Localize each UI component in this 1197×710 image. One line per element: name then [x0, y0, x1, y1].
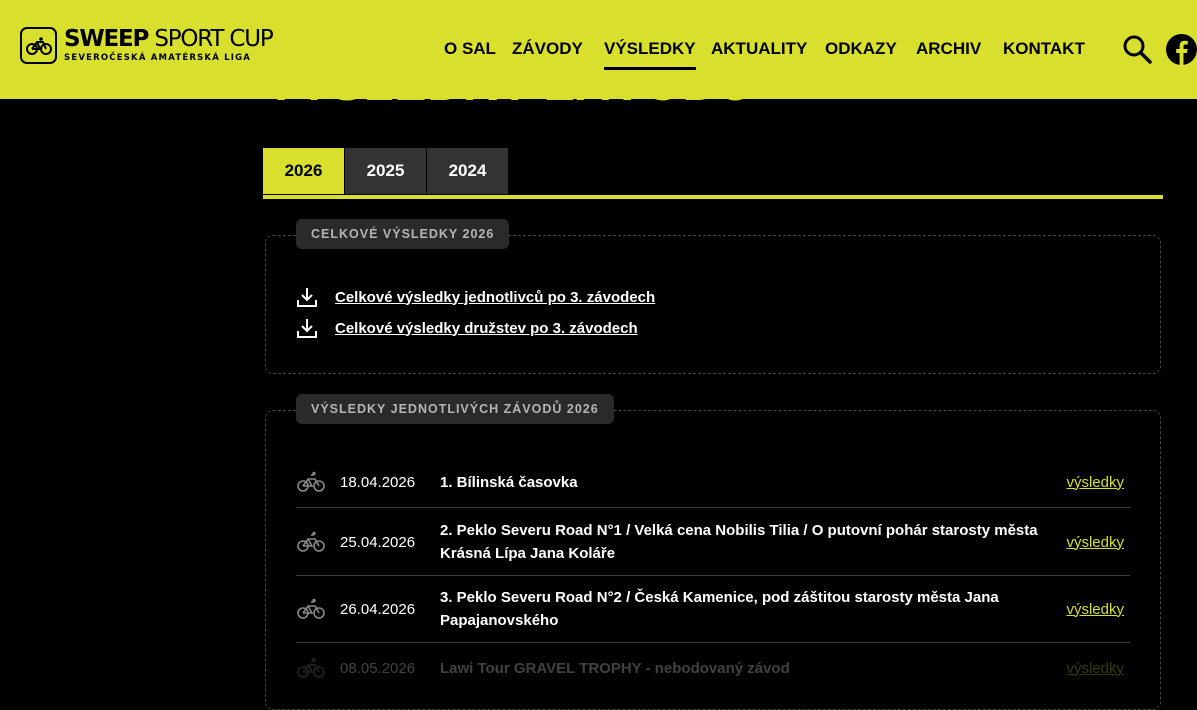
download-icon [297, 288, 317, 307]
nav-vysledky[interactable]: VÝSLEDKY [604, 39, 696, 70]
race-row: 26.04.2026 3. Peklo Severu Road N°2 / Če… [296, 584, 1130, 634]
race-name: 2. Peklo Severu Road N°1 / Velká cena No… [440, 522, 1038, 562]
link-individuals[interactable]: Celkové výsledky jednotlivců po 3. závod… [335, 289, 655, 306]
nav-zavody[interactable]: ZÁVODY [512, 39, 583, 59]
download-link-teams[interactable]: Celkové výsledky družstev po 3. závodech [296, 317, 638, 339]
race-name: 3. Peklo Severu Road N°2 / Česká Kamenic… [440, 589, 999, 629]
race-date: 08.05.2026 [340, 659, 416, 677]
bicycle-logo-icon [20, 27, 57, 64]
race-row: 08.05.2026 Lawi Tour GRAVEL TROPHY - neb… [296, 652, 1130, 684]
race-results-panel: VÝSLEDKY JEDNOTLIVÝCH ZÁVODŮ 2026 18.04.… [265, 394, 1161, 710]
row-divider [296, 642, 1130, 643]
download-icon [297, 319, 317, 338]
logo-main-bold: SWEEP [64, 26, 149, 53]
tab-2025[interactable]: 2025 [345, 148, 426, 194]
row-divider [296, 575, 1130, 576]
race-results-link[interactable]: výsledky [1066, 474, 1124, 491]
race-results-label: VÝSLEDKY JEDNOTLIVÝCH ZÁVODŮ 2026 [296, 394, 614, 424]
race-date: 25.04.2026 [340, 533, 416, 551]
nav-aktuality[interactable]: AKTUALITY [711, 39, 807, 59]
race-date: 26.04.2026 [340, 600, 416, 618]
overall-results-label: CELKOVÉ VÝSLEDKY 2026 [296, 219, 510, 249]
nav-archiv[interactable]: ARCHIV [916, 39, 981, 59]
site-logo[interactable]: SWEEP SPORT CUP SEVEROČESKÁ AMATÉRSKÁ LI… [20, 26, 274, 64]
bicycle-icon [296, 598, 326, 620]
race-name: 1. Bílinská časovka [440, 473, 578, 491]
race-results-link[interactable]: výsledky [1066, 660, 1124, 677]
bicycle-icon [296, 471, 326, 493]
link-teams[interactable]: Celkové výsledky družstev po 3. závodech [335, 320, 638, 337]
tab-2024[interactable]: 2024 [427, 148, 508, 194]
tab-underline [263, 195, 1163, 199]
race-results-link[interactable]: výsledky [1066, 534, 1124, 551]
nav-kontakt[interactable]: KONTAKT [1003, 39, 1085, 59]
race-name: Lawi Tour GRAVEL TROPHY - nebodovaný záv… [440, 659, 790, 677]
tab-2026[interactable]: 2026 [263, 148, 344, 194]
race-row: 18.04.2026 1. Bílinská časovka výsledky [296, 466, 1130, 498]
overall-results-panel: CELKOVÉ VÝSLEDKY 2026 Celkové výsledky j… [265, 219, 1161, 374]
facebook-icon[interactable] [1166, 34, 1197, 69]
race-row: 25.04.2026 2. Peklo Severu Road N°1 / Ve… [296, 517, 1130, 567]
nav-odkazy[interactable]: ODKAZY [825, 39, 897, 59]
site-header: SWEEP SPORT CUP SEVEROČESKÁ AMATÉRSKÁ LI… [0, 0, 1197, 99]
logo-main-thin: SPORT CUP [148, 26, 273, 53]
bicycle-icon [296, 531, 326, 553]
download-link-individuals[interactable]: Celkové výsledky jednotlivců po 3. závod… [296, 286, 655, 308]
race-date: 18.04.2026 [340, 473, 416, 491]
search-icon[interactable] [1122, 34, 1152, 68]
bicycle-icon [296, 657, 326, 679]
nav-o-sal[interactable]: O SAL [444, 39, 496, 59]
logo-subtitle: SEVEROČESKÁ AMATÉRSKÁ LIGA [64, 53, 252, 64]
row-divider [296, 507, 1130, 508]
race-results-link[interactable]: výsledky [1066, 601, 1124, 618]
